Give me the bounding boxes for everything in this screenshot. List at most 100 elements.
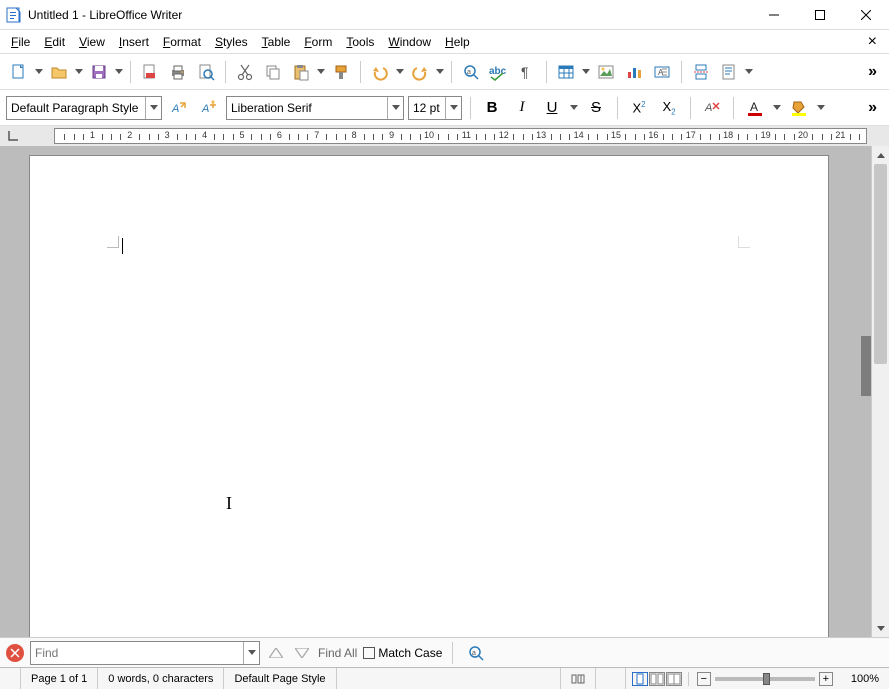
find-combo[interactable] bbox=[30, 641, 260, 665]
insert-page-break-button[interactable] bbox=[688, 59, 714, 85]
font-name-dropdown[interactable] bbox=[387, 97, 403, 119]
match-case-checkbox[interactable]: Match Case bbox=[363, 646, 442, 660]
scroll-thumb[interactable] bbox=[874, 164, 887, 364]
paste-dropdown[interactable] bbox=[316, 59, 326, 85]
minimize-button[interactable] bbox=[751, 0, 797, 30]
insert-table-dropdown[interactable] bbox=[581, 59, 591, 85]
find-dropdown[interactable] bbox=[243, 642, 259, 664]
page[interactable] bbox=[30, 156, 828, 637]
font-color-dropdown[interactable] bbox=[772, 95, 782, 121]
insert-chart-button[interactable] bbox=[621, 59, 647, 85]
underline-button[interactable]: U bbox=[539, 95, 565, 121]
font-size-input[interactable] bbox=[409, 97, 445, 119]
menu-insert[interactable]: Insert bbox=[112, 33, 156, 51]
new-doc-button[interactable] bbox=[6, 59, 32, 85]
save-dropdown[interactable] bbox=[114, 59, 124, 85]
open-dropdown[interactable] bbox=[74, 59, 84, 85]
bold-button[interactable]: B bbox=[479, 95, 505, 121]
font-size-dropdown[interactable] bbox=[445, 97, 461, 119]
font-size-combo[interactable] bbox=[408, 96, 462, 120]
formatting-marks-button[interactable]: ¶ bbox=[514, 59, 540, 85]
zoom-slider-knob[interactable] bbox=[763, 673, 770, 685]
cut-button[interactable] bbox=[232, 59, 258, 85]
menu-tools[interactable]: Tools bbox=[339, 33, 381, 51]
vertical-scrollbar[interactable] bbox=[871, 146, 889, 637]
menu-table[interactable]: Table bbox=[255, 33, 298, 51]
paste-button[interactable] bbox=[288, 59, 314, 85]
tab-stop-icon[interactable] bbox=[6, 128, 24, 144]
menu-help[interactable]: Help bbox=[438, 33, 477, 51]
find-next-button[interactable] bbox=[292, 643, 312, 663]
print-preview-button[interactable] bbox=[193, 59, 219, 85]
print-button[interactable] bbox=[165, 59, 191, 85]
superscript-button[interactable]: X2 bbox=[626, 95, 652, 121]
close-button[interactable] bbox=[843, 0, 889, 30]
multi-page-view-button[interactable] bbox=[649, 672, 665, 686]
paragraph-style-dropdown[interactable] bbox=[145, 97, 161, 119]
checkbox-box[interactable] bbox=[363, 647, 375, 659]
open-button[interactable] bbox=[46, 59, 72, 85]
page-style-status[interactable]: Default Page Style bbox=[224, 668, 336, 689]
find-replace-dialog-button[interactable]: a bbox=[463, 640, 489, 666]
undo-dropdown[interactable] bbox=[395, 59, 405, 85]
find-prev-button[interactable] bbox=[266, 643, 286, 663]
find-replace-button[interactable]: a bbox=[458, 59, 484, 85]
underline-dropdown[interactable] bbox=[569, 95, 579, 121]
zoom-percent-status[interactable]: 100% bbox=[841, 668, 889, 689]
zoom-out-button[interactable]: − bbox=[697, 672, 711, 686]
menu-window[interactable]: Window bbox=[381, 33, 438, 51]
clone-formatting-button[interactable] bbox=[328, 59, 354, 85]
document-area[interactable] bbox=[0, 146, 871, 637]
highlight-color-dropdown[interactable] bbox=[816, 95, 826, 121]
horizontal-ruler[interactable]: 12345678910111213141516171819202122 bbox=[54, 128, 867, 144]
export-pdf-button[interactable] bbox=[137, 59, 163, 85]
find-all-button[interactable]: Find All bbox=[318, 646, 357, 660]
menu-styles[interactable]: Styles bbox=[208, 33, 255, 51]
redo-button[interactable] bbox=[407, 59, 433, 85]
strikethrough-button[interactable]: S bbox=[583, 95, 609, 121]
highlight-color-button[interactable] bbox=[786, 95, 812, 121]
insert-special-dropdown[interactable] bbox=[744, 59, 754, 85]
font-name-combo[interactable] bbox=[226, 96, 404, 120]
signature-status[interactable] bbox=[596, 668, 626, 689]
paragraph-style-input[interactable] bbox=[7, 97, 145, 119]
update-style-button[interactable]: A bbox=[166, 95, 192, 121]
menu-view[interactable]: View bbox=[72, 33, 112, 51]
word-count-status[interactable]: 0 words, 0 characters bbox=[98, 668, 224, 689]
insert-table-button[interactable] bbox=[553, 59, 579, 85]
single-page-view-button[interactable] bbox=[632, 672, 648, 686]
paragraph-style-combo[interactable] bbox=[6, 96, 162, 120]
maximize-button[interactable] bbox=[797, 0, 843, 30]
spell-check-button[interactable]: abc bbox=[486, 59, 512, 85]
close-find-button[interactable] bbox=[6, 644, 24, 662]
font-name-input[interactable] bbox=[227, 97, 387, 119]
italic-button[interactable]: I bbox=[509, 95, 535, 121]
insert-special-char-button[interactable] bbox=[716, 59, 742, 85]
font-color-button[interactable]: A bbox=[742, 95, 768, 121]
find-input[interactable] bbox=[31, 642, 243, 664]
menu-form[interactable]: Form bbox=[297, 33, 339, 51]
formatting-overflow-button[interactable]: » bbox=[862, 99, 883, 117]
clear-formatting-button[interactable]: A bbox=[699, 95, 725, 121]
menu-edit[interactable]: Edit bbox=[37, 33, 72, 51]
new-doc-dropdown[interactable] bbox=[34, 59, 44, 85]
subscript-button[interactable]: X2 bbox=[656, 95, 682, 121]
book-view-button[interactable] bbox=[666, 672, 682, 686]
save-button[interactable] bbox=[86, 59, 112, 85]
insert-image-button[interactable] bbox=[593, 59, 619, 85]
menu-format[interactable]: Format bbox=[156, 33, 208, 51]
new-style-button[interactable]: A bbox=[196, 95, 222, 121]
zoom-in-button[interactable]: + bbox=[819, 672, 833, 686]
redo-dropdown[interactable] bbox=[435, 59, 445, 85]
copy-button[interactable] bbox=[260, 59, 286, 85]
sidebar-toggle[interactable] bbox=[861, 336, 871, 396]
menu-file[interactable]: File bbox=[4, 33, 37, 51]
undo-button[interactable] bbox=[367, 59, 393, 85]
insert-textbox-button[interactable]: A bbox=[649, 59, 675, 85]
page-number-status[interactable]: Page 1 of 1 bbox=[21, 668, 98, 689]
selection-mode-status[interactable] bbox=[561, 668, 596, 689]
scroll-up-button[interactable] bbox=[872, 146, 889, 164]
close-document-button[interactable]: × bbox=[868, 33, 877, 51]
save-status-icon[interactable] bbox=[0, 668, 21, 689]
toolbar-overflow-button[interactable]: » bbox=[862, 63, 883, 81]
